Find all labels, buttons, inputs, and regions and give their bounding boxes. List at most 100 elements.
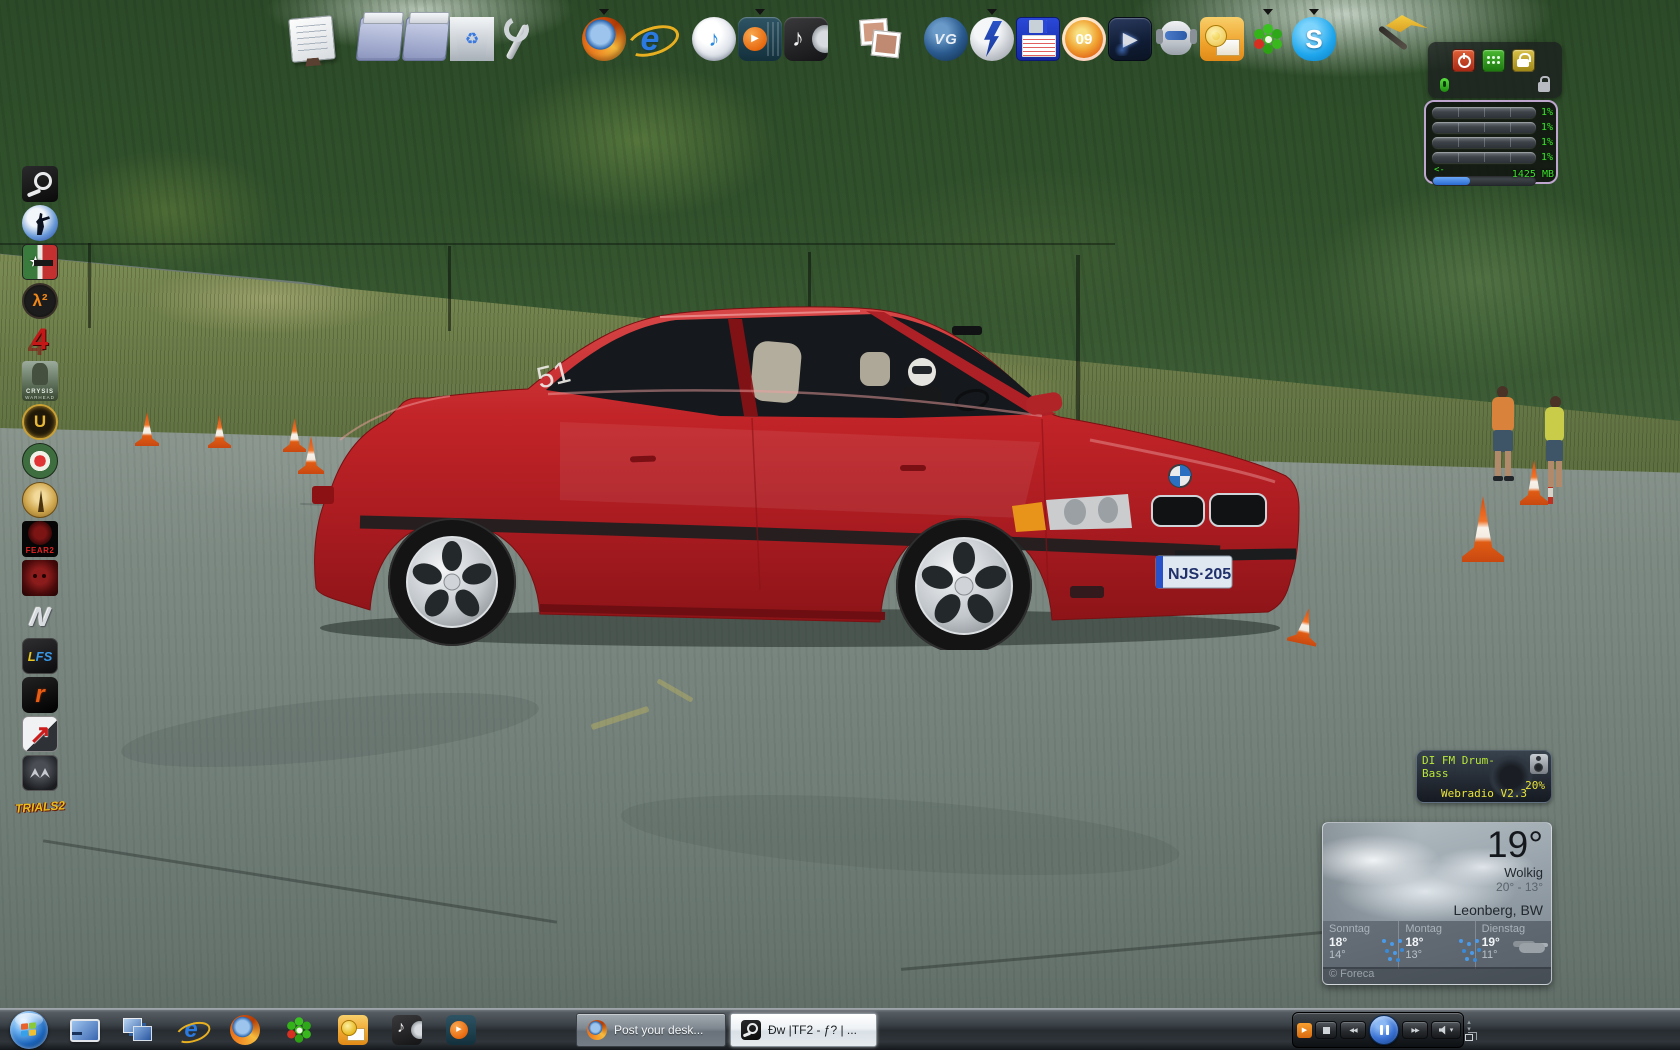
headlight [1046, 494, 1132, 530]
car-rearview-mirror [952, 326, 982, 335]
lock-indicator-icon [1538, 76, 1550, 92]
usage-label: 1% [1540, 122, 1553, 133]
eagle-emblem-icon[interactable] [22, 755, 58, 791]
itunes-icon[interactable]: ♪ [692, 17, 736, 61]
keyboard-button[interactable] [1482, 49, 1505, 72]
internet-explorer-icon[interactable]: e [176, 1015, 206, 1045]
firefox-icon[interactable] [230, 1015, 260, 1045]
stop-button[interactable] [1315, 1021, 1337, 1039]
fear2-alma-icon[interactable] [22, 560, 58, 596]
race-arrow-icon[interactable]: ↗ [22, 716, 58, 752]
target-roundel-icon[interactable] [22, 443, 58, 479]
photos-icon[interactable] [858, 17, 902, 61]
low-temp: 13° [1405, 949, 1422, 961]
steam-icon[interactable] [22, 166, 58, 202]
spectator-shoe [1493, 476, 1503, 481]
lightning-icon[interactable] [970, 9, 1014, 61]
forecast-day[interactable]: Sonntag 18° 14° [1323, 921, 1400, 969]
live-for-speed-icon[interactable]: LFS [22, 638, 58, 674]
fence-post [88, 243, 91, 328]
taskbar-window-firefox[interactable]: Post your desk... [576, 1013, 726, 1047]
trials2-icon[interactable]: TRIALS2 [14, 794, 66, 820]
toolbar-side-controls[interactable]: ▴ ▾ [1465, 1019, 1477, 1041]
current-conditions: 19° Wolkig 20° - 13° Leonberg, BW [1454, 825, 1544, 919]
previous-button[interactable]: ◀◀ [1340, 1021, 1366, 1039]
media-player-orange-icon[interactable] [738, 9, 782, 61]
rfactor-icon[interactable]: r [22, 677, 58, 713]
media-player-orange-icon[interactable] [446, 1015, 476, 1045]
wrench-icon[interactable] [496, 17, 540, 61]
floppy-disk-icon[interactable] [1016, 17, 1060, 61]
counter-strike-icon[interactable] [22, 205, 58, 241]
turn-signal [1012, 502, 1046, 532]
media-player-toolbar: ◀◀ ▶▶ ▾ ▴▾ [1292, 1012, 1477, 1048]
recycle-bin-icon[interactable] [450, 17, 494, 61]
pause-button[interactable] [1369, 1015, 1399, 1045]
forecast-day[interactable]: Dienstag 19° 11° [1476, 921, 1551, 969]
folder-files-icon[interactable] [401, 17, 451, 61]
car-headrest [860, 352, 890, 386]
gold-medallion-icon[interactable] [22, 482, 58, 518]
day-of-defeat-icon[interactable]: ★ [22, 244, 58, 280]
crysis-warhead-icon[interactable]: CRYSIS WARHEAD [22, 361, 58, 401]
taskbar: e ♪ Post your desk... Ðw |TF2 - ƒ? | ...… [0, 1008, 1680, 1050]
fear2-glyph: FEAR2 [25, 546, 55, 555]
ts-headphones [1156, 29, 1163, 44]
notes-icon[interactable] [288, 15, 336, 63]
lock-button[interactable] [1512, 49, 1535, 72]
media-player-blue-icon[interactable]: ▶ [1108, 17, 1152, 61]
day-label: Dienstag [1481, 923, 1526, 935]
trials2-glyph: TRIALS2 [14, 798, 66, 816]
vg-icon[interactable]: VG [924, 17, 968, 61]
fear2-icon[interactable]: FEAR2 [22, 521, 58, 557]
wmp-icon[interactable] [1297, 1022, 1312, 1038]
internet-explorer-icon[interactable]: e [628, 17, 672, 61]
headlight-lens [1064, 499, 1086, 525]
icq-icon[interactable] [284, 1015, 314, 1045]
next-button[interactable]: ▶▶ [1402, 1021, 1428, 1039]
music-icon[interactable]: ♪ [392, 1015, 422, 1045]
teamspeak-icon[interactable] [1154, 17, 1198, 61]
start-button[interactable] [10, 1011, 48, 1049]
monitor-row: 1% [1430, 150, 1553, 165]
restore-icon [1465, 1031, 1477, 1041]
show-desktop-icon[interactable] [68, 1015, 100, 1045]
switch-windows-icon[interactable] [122, 1015, 152, 1045]
low-temp: 14° [1329, 949, 1346, 961]
spectator-leg [1556, 461, 1562, 487]
spectator-leg [1495, 451, 1501, 477]
taskbar-window-steam[interactable]: Ðw |TF2 - ƒ? | ... [730, 1013, 877, 1047]
red-bmw-car: 51 NJS·205 [312, 306, 1300, 650]
high-temp: 18° [1329, 935, 1348, 949]
hammer-icon[interactable] [1368, 13, 1430, 61]
game-shortcuts: ★ λ² 4 CRYSIS WARHEAD U FEAR2 N LFS r ↗ T… [14, 166, 66, 820]
unreal-tournament-icon[interactable]: U [22, 404, 58, 440]
power-controls-gadget [1428, 42, 1562, 98]
forecast-day[interactable]: Montag 18° 13° [1399, 921, 1476, 969]
firefox-icon[interactable] [582, 9, 626, 61]
monitor-row: 1% [1430, 120, 1553, 135]
left-4-dead-icon[interactable]: 4 [22, 322, 58, 358]
icq-icon[interactable] [1246, 9, 1290, 61]
shutdown-button[interactable] [1452, 49, 1475, 72]
volume-button[interactable]: ▾ [1431, 1021, 1461, 1039]
nfs-glyph: N [27, 601, 53, 632]
play-glyph: ▶ [1123, 28, 1137, 49]
speaker-icon [1530, 754, 1548, 774]
webradio-gadget[interactable]: DI FM Drum- Bass 20% Webradio V2.3 [1416, 750, 1552, 803]
nero9-icon[interactable]: 09 [1062, 17, 1106, 61]
skype-icon[interactable]: S [1292, 9, 1336, 61]
rear-wheel [388, 518, 516, 646]
folder-documents-icon[interactable] [355, 17, 405, 61]
outlook-icon[interactable] [1200, 17, 1244, 61]
usage-bar [1432, 152, 1536, 163]
fence-rail [0, 243, 1115, 245]
day-label: Montag [1405, 923, 1443, 935]
rain-icon [1458, 939, 1463, 943]
weather-gadget[interactable]: 19° Wolkig 20° - 13° Leonberg, BW Sonnta… [1322, 822, 1552, 985]
need-for-speed-icon[interactable]: N [22, 599, 58, 635]
running-indicator [987, 9, 997, 20]
music-note-icon[interactable]: ♪ [784, 17, 828, 61]
outlook-icon[interactable] [338, 1015, 368, 1045]
half-life-2-icon[interactable]: λ² [22, 283, 58, 319]
